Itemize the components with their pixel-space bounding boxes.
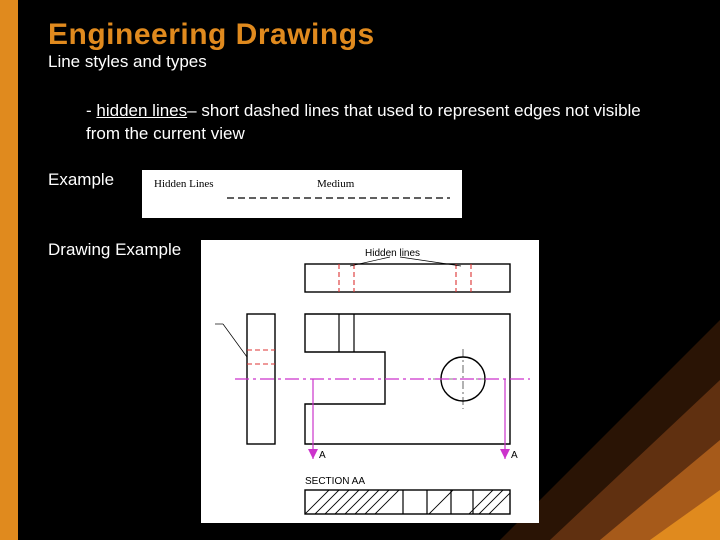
section-view (305, 490, 513, 514)
line-sample-weight: Medium (317, 178, 355, 190)
line-sample-box: Hidden Lines Medium (142, 170, 462, 218)
accent-band (0, 0, 18, 540)
line-sample-name: Hidden Lines (154, 178, 214, 190)
example-label: Example (48, 170, 114, 190)
section-label: SECTION AA (305, 476, 365, 487)
hidden-lines-annotation: Hidden lines (365, 248, 420, 259)
slide-title: Engineering Drawings (48, 18, 690, 52)
body-text: - hidden lines– short dashed lines that … (86, 100, 676, 146)
term-hidden-lines: hidden lines (96, 101, 187, 120)
drawing-example-label: Drawing Example (48, 240, 181, 260)
drawing-box: Hidden lines (201, 240, 539, 523)
section-marker-a-right: A (511, 450, 518, 461)
slide-subtitle: Line styles and types (48, 52, 690, 72)
body-prefix: - (86, 101, 96, 120)
top-view (305, 264, 510, 292)
section-plane-aa: A A (235, 379, 530, 461)
section-marker-a-left: A (319, 450, 326, 461)
